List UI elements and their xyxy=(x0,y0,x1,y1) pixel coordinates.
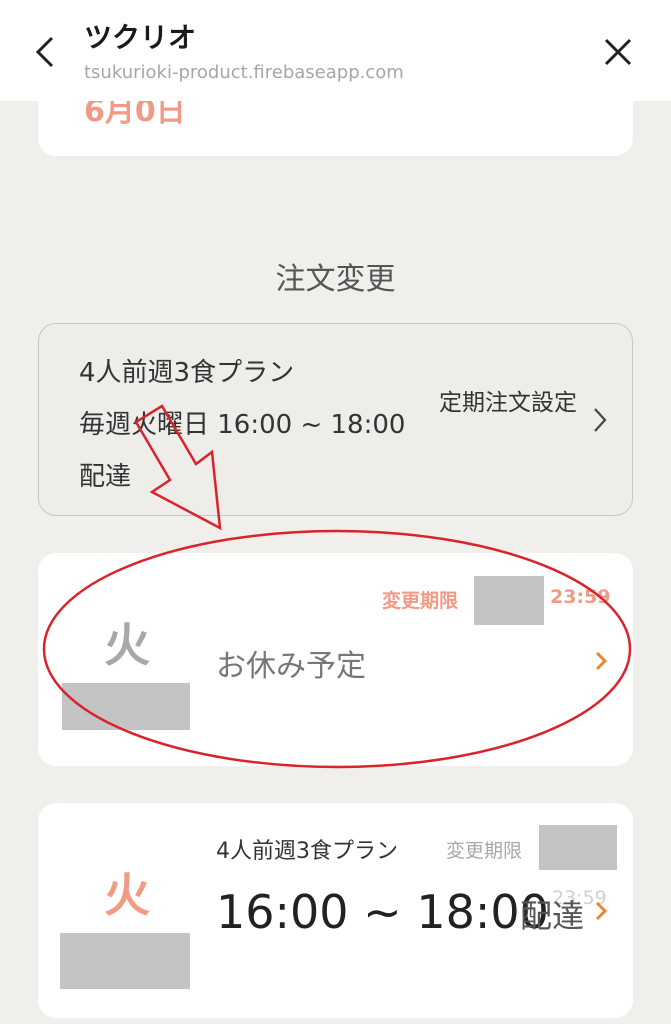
close-button[interactable] xyxy=(594,28,642,76)
back-button[interactable] xyxy=(22,28,70,76)
deadline-label: 変更期限 xyxy=(446,840,523,862)
app-title: ツクリオ xyxy=(84,21,197,54)
section-title: 注文変更 xyxy=(275,262,396,297)
top-bar: ツクリオ tsukurioki-product.firebaseapp.com xyxy=(0,0,671,101)
order-card-skipped[interactable]: 変更期限 23:59 火 お休み予定 xyxy=(38,553,633,766)
deadline-label: 変更期限 xyxy=(382,590,459,612)
delivery-label: 配達 xyxy=(520,897,585,935)
redacted-date xyxy=(60,933,190,989)
weekday: 火 xyxy=(104,618,150,672)
chevron-left-icon xyxy=(35,36,54,68)
delivery-time-range: 16:00 ~ 18:00 xyxy=(216,885,549,939)
recurring-order-settings-link[interactable]: 定期注文設定 xyxy=(437,390,579,417)
page-url: tsukurioki-product.firebaseapp.com xyxy=(84,62,404,83)
order-card-scheduled[interactable]: 火 4人前週3食プラン 変更期限 23:59 16:00 ~ 18:00 配達 xyxy=(38,803,633,1018)
redacted-date xyxy=(539,825,617,870)
order-plan-name: 4人前週3食プラン xyxy=(216,839,398,864)
chevron-right-icon xyxy=(595,901,608,921)
plan-schedule: 毎週火曜日 16:00 ~ 18:00 xyxy=(79,410,406,440)
order-status: お休み予定 xyxy=(216,649,366,684)
weekday: 火 xyxy=(104,868,150,922)
redacted-date xyxy=(62,683,190,730)
chevron-right-icon xyxy=(595,651,608,671)
close-icon xyxy=(604,38,632,66)
chevron-right-icon xyxy=(594,408,607,432)
plan-settings-card[interactable]: 4人前週3食プラン 毎週火曜日 16:00 ~ 18:00 配達 定期注文設定 xyxy=(38,323,633,516)
deadline-time: 23:59 xyxy=(550,586,611,608)
redacted-date xyxy=(474,576,544,625)
plan-delivery: 配達 xyxy=(79,462,132,492)
plan-name: 4人前週3食プラン xyxy=(79,358,295,388)
